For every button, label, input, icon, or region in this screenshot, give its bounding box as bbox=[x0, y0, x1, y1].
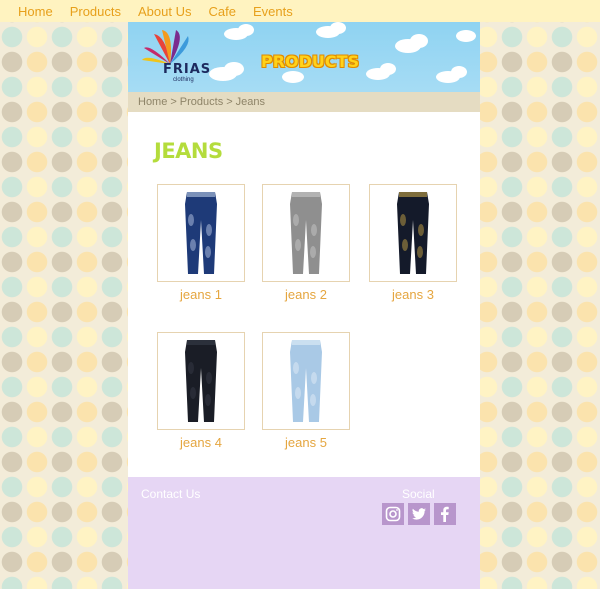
jeans-icon bbox=[397, 192, 429, 274]
product-caption[interactable]: jeans 4 bbox=[157, 435, 245, 450]
nav-about-us[interactable]: About Us bbox=[138, 4, 191, 19]
logo-subtitle: clothing bbox=[173, 77, 194, 83]
social-icons bbox=[382, 503, 456, 525]
jeans-icon bbox=[290, 340, 322, 422]
product-item[interactable]: jeans 2 bbox=[262, 184, 350, 302]
nav-products[interactable]: Products bbox=[70, 4, 121, 19]
footer: Contact Us Social bbox=[128, 477, 480, 589]
top-nav: Home Products About Us Cafe Events bbox=[0, 0, 600, 22]
breadcrumb-products[interactable]: Products bbox=[180, 96, 223, 108]
jeans-icon bbox=[185, 340, 217, 422]
facebook-icon[interactable] bbox=[434, 503, 456, 525]
product-image[interactable] bbox=[262, 332, 350, 430]
breadcrumb-current: Jeans bbox=[235, 96, 265, 108]
breadcrumb: Home > Products > Jeans bbox=[128, 92, 480, 112]
product-image[interactable] bbox=[157, 332, 245, 430]
breadcrumb-separator: > bbox=[226, 96, 233, 108]
product-caption[interactable]: jeans 5 bbox=[262, 435, 350, 450]
jeans-icon bbox=[290, 192, 322, 274]
product-item[interactable]: jeans 3 bbox=[369, 184, 457, 302]
logo-text: FRIAS bbox=[163, 62, 212, 77]
banner-title: PRODUCTS bbox=[261, 52, 360, 71]
nav-events[interactable]: Events bbox=[253, 4, 293, 19]
page-title: JEANS bbox=[154, 139, 223, 163]
breadcrumb-separator: > bbox=[170, 96, 177, 108]
product-image[interactable] bbox=[262, 184, 350, 282]
frias-logo-icon[interactable] bbox=[136, 26, 206, 86]
product-caption[interactable]: jeans 1 bbox=[157, 287, 245, 302]
product-item[interactable]: jeans 1 bbox=[157, 184, 245, 302]
product-image[interactable] bbox=[369, 184, 457, 282]
product-caption[interactable]: jeans 2 bbox=[262, 287, 350, 302]
twitter-icon[interactable] bbox=[408, 503, 430, 525]
product-image[interactable] bbox=[157, 184, 245, 282]
breadcrumb-home[interactable]: Home bbox=[138, 96, 167, 108]
jeans-icon bbox=[185, 192, 217, 274]
product-caption[interactable]: jeans 3 bbox=[369, 287, 457, 302]
page-content: FRIAS clothing PRODUCTS Home > Products … bbox=[128, 22, 480, 589]
product-item[interactable]: jeans 5 bbox=[262, 332, 350, 450]
product-item[interactable]: jeans 4 bbox=[157, 332, 245, 450]
banner: FRIAS clothing PRODUCTS bbox=[128, 22, 480, 92]
social-title: Social bbox=[402, 487, 435, 501]
instagram-icon[interactable] bbox=[382, 503, 404, 525]
nav-home[interactable]: Home bbox=[18, 4, 53, 19]
nav-cafe[interactable]: Cafe bbox=[208, 4, 235, 19]
contact-us-link[interactable]: Contact Us bbox=[141, 487, 200, 501]
